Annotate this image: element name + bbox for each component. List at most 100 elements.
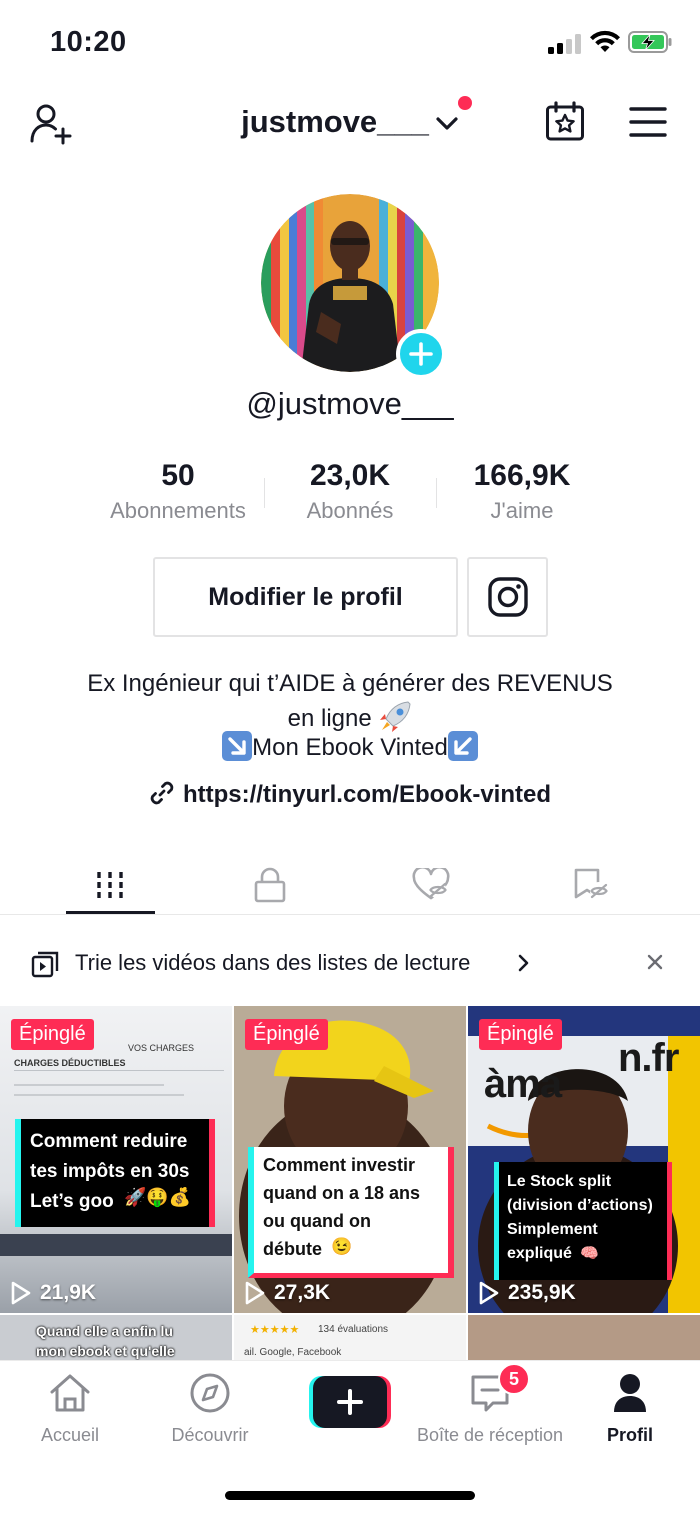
bio-line-3: Mon Ebook Vinted <box>0 731 700 763</box>
stat-following[interactable]: 50 Abonnements <box>92 458 264 524</box>
emoji-icon: 🚀🤑💰 <box>124 1187 192 1207</box>
video-tile[interactable] <box>468 1315 700 1361</box>
nav-inbox[interactable]: Boîte de réception <box>410 1372 570 1446</box>
nav-profile[interactable]: Profil <box>590 1372 670 1446</box>
nav-create-button[interactable] <box>306 1376 394 1433</box>
menu-icon[interactable] <box>629 106 667 138</box>
playlist-banner-text: Trie les vidéos dans des listes de lectu… <box>75 950 471 975</box>
nav-inbox-label: Boîte de réception <box>416 1425 564 1445</box>
video-tile[interactable]: ★★★★★ 134 évaluations ail. Google, Faceb… <box>234 1315 466 1361</box>
video-tile[interactable]: Comment investir quand on a 18 ans ou qu… <box>234 1006 466 1313</box>
thumbnail-text: n.fr <box>618 1036 679 1080</box>
emoji-icon: 😉 <box>331 1237 353 1256</box>
signal-icon <box>548 34 582 54</box>
video-caption-line: tes impôts en 30s <box>30 1161 190 1182</box>
video-caption-line: ail. Google, Facebook <box>244 1347 342 1358</box>
document-line <box>14 1084 164 1086</box>
nav-home[interactable]: Accueil <box>20 1372 120 1446</box>
add-avatar-button[interactable] <box>396 329 446 379</box>
rocket-emoji-icon <box>380 701 411 732</box>
stat-likes[interactable]: 166,9K J'aime <box>436 458 608 524</box>
profile-icon <box>614 1374 646 1412</box>
bio-link-text: https://tinyurl.com/Ebook-vinted <box>182 781 551 808</box>
nav-discover[interactable]: Découvrir <box>160 1372 260 1446</box>
tab-liked[interactable] <box>387 856 475 914</box>
username-switcher[interactable]: justmove___ <box>0 104 700 140</box>
link-icon <box>150 781 174 805</box>
stat-followers-label: Abonnés <box>306 498 394 523</box>
playlist-icon <box>31 951 59 978</box>
compass-icon <box>190 1373 230 1413</box>
bookmark-hidden-icon <box>574 868 608 900</box>
video-caption-line: débute <box>263 1239 323 1259</box>
arrow-down-right-emoji-icon <box>222 731 253 761</box>
battery-charging-icon <box>628 31 672 53</box>
bio-line-2: en ligne <box>0 700 700 734</box>
document-line <box>14 1094 184 1096</box>
video-caption-line: Le Stock split <box>507 1173 612 1190</box>
play-icon <box>11 1281 31 1305</box>
grid-bars-icon <box>97 872 123 898</box>
stat-likes-label: J'aime <box>490 498 554 523</box>
bio-line-1: Ex Ingénieur qui t’AIDE à générer des RE… <box>87 670 613 697</box>
heart-hidden-icon <box>412 868 450 900</box>
chevron-down-icon <box>436 117 458 130</box>
close-icon[interactable] <box>646 953 664 971</box>
thumbnail-text: àma <box>484 1062 562 1106</box>
profile-handle: @justmove___ <box>246 386 454 421</box>
pinned-badge: Épinglé <box>479 1019 562 1050</box>
play-icon <box>479 1281 499 1305</box>
stat-followers-value: 23,0K <box>309 459 391 492</box>
tab-favorites[interactable] <box>547 856 635 914</box>
edit-profile-button[interactable]: Modifier le profil <box>153 557 458 637</box>
instagram-icon <box>487 577 528 617</box>
view-count: 21,9K <box>10 1281 96 1305</box>
calendar-star-icon[interactable] <box>545 101 585 141</box>
video-caption-line: (division d’actions) <box>507 1197 653 1214</box>
video-caption-line: Quand elle a enfin lu <box>36 1323 173 1339</box>
arrow-down-left-emoji-icon <box>447 731 478 761</box>
plus-icon <box>409 342 433 366</box>
video-caption-line: 134 évaluations <box>318 1324 389 1335</box>
stat-following-label: Abonnements <box>110 498 246 523</box>
document-line <box>14 1070 224 1071</box>
stat-followers[interactable]: 23,0K Abonnés <box>264 458 436 524</box>
instagram-button[interactable] <box>467 557 548 637</box>
thumbnail-text: VOS CHARGES <box>128 1043 195 1053</box>
video-caption-line: Let’s goo <box>30 1191 114 1212</box>
video-caption-line: mon ebook et qu'elle <box>36 1343 175 1359</box>
wifi-icon <box>590 30 620 52</box>
view-count: 235,9K <box>478 1281 576 1305</box>
status-time: 10:20 <box>50 26 127 58</box>
video-caption-line: Comment reduire <box>30 1131 188 1152</box>
status-bar: 10:20 <box>0 0 700 86</box>
video-caption-line: Simplement <box>507 1221 598 1238</box>
nav-discover-label: Découvrir <box>171 1425 249 1445</box>
nav-home-label: Accueil <box>40 1425 100 1445</box>
video-tile[interactable]: Quand elle a enfin lu mon ebook et qu'el… <box>0 1315 232 1361</box>
video-tile[interactable]: àma n.fr Le Stock split (division d’acti… <box>468 1006 700 1313</box>
thumbnail-text: CHARGES DÉDUCTIBLES <box>14 1058 126 1068</box>
create-plus-icon <box>309 1376 391 1428</box>
view-count-value: 21,9K <box>40 1281 97 1304</box>
tab-private[interactable] <box>226 856 314 914</box>
home-icon <box>50 1374 90 1412</box>
pinned-badge: Épinglé <box>245 1019 328 1050</box>
video-caption-line: quand on a 18 ans <box>263 1183 421 1203</box>
video-caption-line: expliqué <box>507 1245 572 1262</box>
video-caption-line: Comment investir <box>263 1155 416 1175</box>
rating-stars-icon: ★★★★★ <box>250 1324 300 1336</box>
chevron-right-icon <box>518 954 529 972</box>
tabs-divider <box>0 914 700 915</box>
video-tile[interactable]: VOS CHARGES CHARGES DÉDUCTIBLES Comment … <box>0 1006 232 1313</box>
header-username: justmove___ <box>241 104 429 139</box>
view-count-value: 235,9K <box>508 1281 576 1304</box>
video-caption-line: ou quand on <box>263 1211 371 1231</box>
taskbar <box>0 1234 232 1256</box>
bio-line-3-text: Mon Ebook Vinted <box>252 734 448 761</box>
stat-likes-value: 166,9K <box>473 459 571 492</box>
nav-profile-label: Profil <box>606 1425 653 1445</box>
tab-videos[interactable] <box>66 856 154 914</box>
bio-link[interactable]: https://tinyurl.com/Ebook-vinted <box>0 780 700 809</box>
bio-line-2-text: en ligne <box>287 705 372 732</box>
